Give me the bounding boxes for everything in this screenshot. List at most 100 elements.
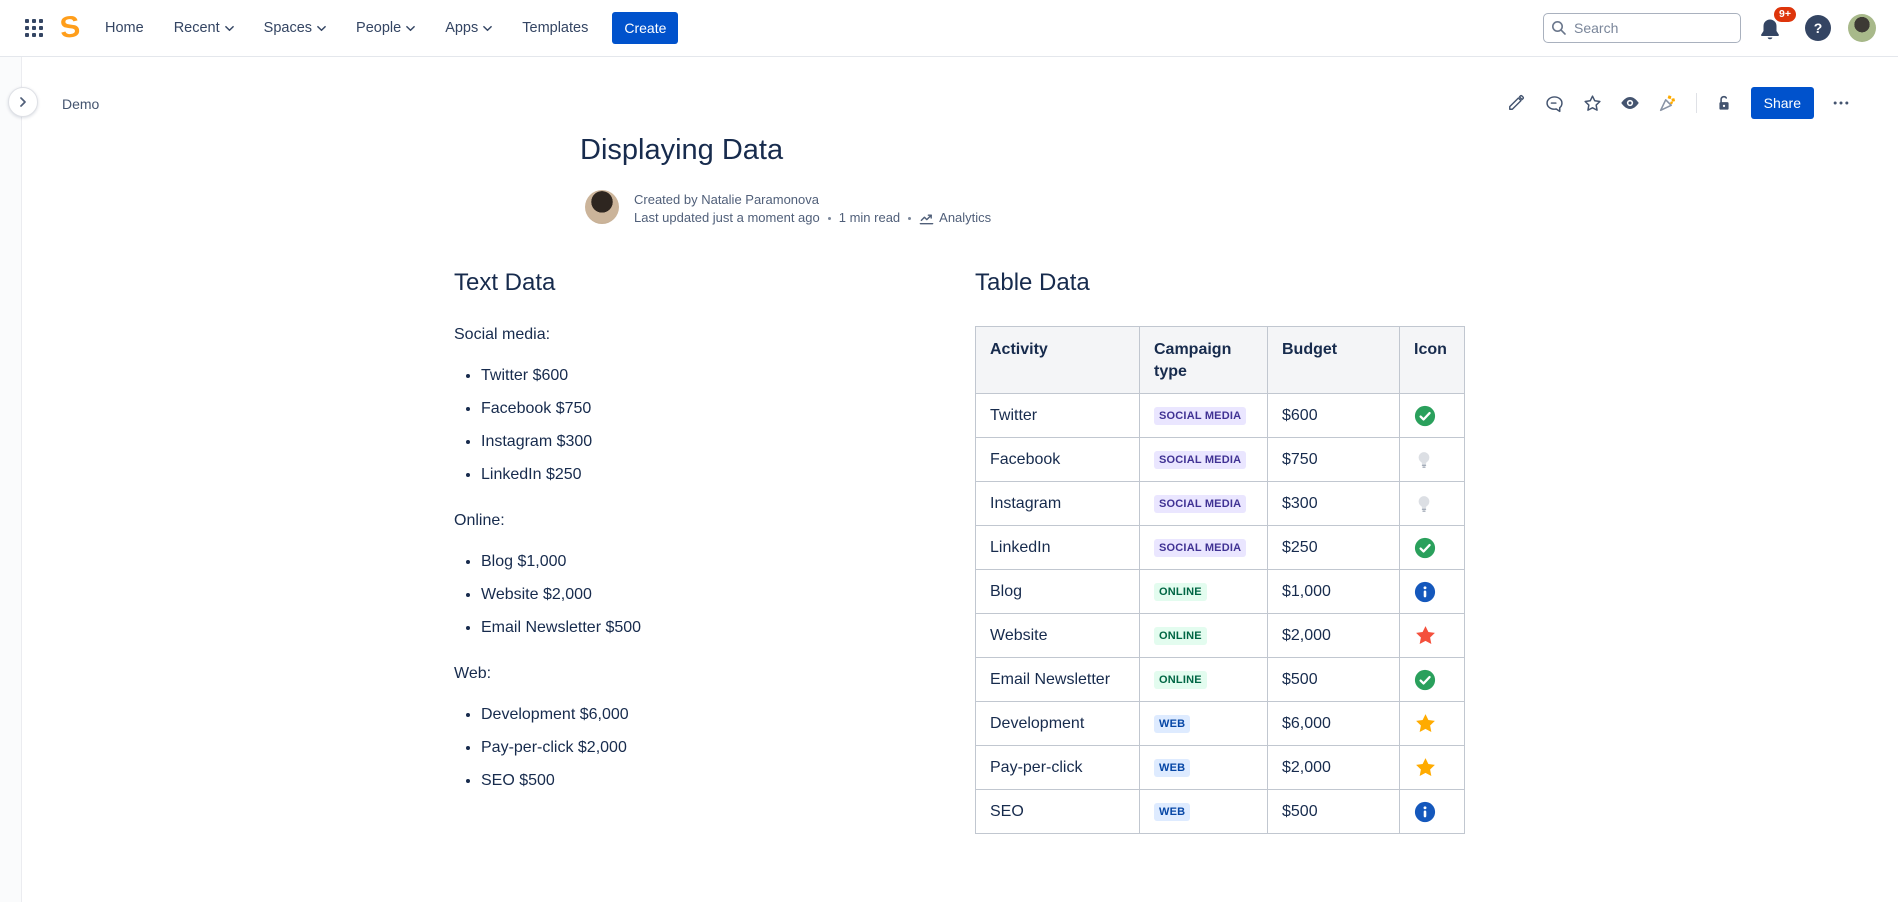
campaign-type-cell: ONLINE	[1140, 614, 1268, 658]
edit-button[interactable]	[1501, 88, 1532, 119]
favourite-button[interactable]	[1577, 88, 1608, 119]
check-circle-icon	[1414, 405, 1454, 427]
icon-cell	[1400, 438, 1465, 482]
activity-cell: Facebook	[976, 438, 1140, 482]
list-item: SEO $500	[481, 769, 924, 792]
create-button[interactable]: Create	[612, 12, 678, 44]
nav-item-apps[interactable]: Apps	[445, 20, 492, 36]
pencil-icon	[1506, 93, 1526, 113]
group-label: Social media:	[454, 326, 924, 344]
table-row: WebsiteONLINE$2,000	[976, 614, 1465, 658]
icon-cell	[1400, 570, 1465, 614]
watch-button[interactable]	[1615, 88, 1646, 119]
text-data-heading: Text Data	[454, 268, 924, 298]
info-circle-icon	[1414, 581, 1454, 603]
user-avatar[interactable]	[1848, 14, 1876, 42]
table-row: DevelopmentWEB$6,000	[976, 702, 1465, 746]
chevron-down-icon	[225, 24, 234, 33]
table-data-heading: Table Data	[975, 268, 1475, 298]
bullet-list: Development $6,000Pay-per-click $2,000SE…	[454, 703, 924, 792]
column-header-budget: Budget	[1268, 327, 1400, 394]
star-yellow-icon	[1414, 712, 1454, 735]
question-icon: ?	[1814, 20, 1823, 36]
campaign-type-lozenge: SOCIAL MEDIA	[1154, 451, 1246, 468]
info-circle-icon	[1414, 801, 1454, 823]
table-row: BlogONLINE$1,000	[976, 570, 1465, 614]
text-data-section: Text Data Social media: Twitter $600Face…	[454, 268, 924, 802]
table-row: SEOWEB$500	[976, 790, 1465, 834]
nav-item-label: Templates	[522, 20, 588, 36]
budget-cell: $600	[1268, 394, 1400, 438]
more-actions-button[interactable]	[1825, 88, 1856, 119]
check-circle-icon	[1414, 669, 1454, 691]
campaign-table: Activity Campaign type Budget Icon Twitt…	[975, 326, 1465, 834]
table-row: TwitterSOCIAL MEDIA$600	[976, 394, 1465, 438]
primary-nav: Home Recent Spaces People Apps Templates	[105, 20, 588, 36]
byline-created[interactable]: Created by Natalie Paramonova	[634, 191, 991, 209]
campaign-type-cell: WEB	[1140, 746, 1268, 790]
column-header-icon: Icon	[1400, 327, 1465, 394]
notifications-button[interactable]: 9+	[1758, 11, 1788, 45]
table-row: Pay-per-clickWEB$2,000	[976, 746, 1465, 790]
campaign-type-lozenge: WEB	[1154, 759, 1190, 776]
nav-item-people[interactable]: People	[356, 20, 415, 36]
bullet-list: Twitter $600Facebook $750Instagram $300L…	[454, 364, 924, 486]
help-button[interactable]: ?	[1805, 15, 1831, 41]
list-item: Website $2,000	[481, 583, 924, 606]
icon-cell	[1400, 482, 1465, 526]
campaign-type-lozenge: ONLINE	[1154, 671, 1207, 688]
nav-item-spaces[interactable]: Spaces	[264, 20, 326, 36]
icon-cell	[1400, 702, 1465, 746]
page-toolbar: Share	[1501, 87, 1856, 119]
analytics-link[interactable]: Analytics	[919, 209, 991, 227]
campaign-type-cell: SOCIAL MEDIA	[1140, 438, 1268, 482]
icon-cell	[1400, 746, 1465, 790]
icon-cell	[1400, 790, 1465, 834]
author-avatar[interactable]	[585, 190, 619, 224]
bullet-list: Blog $1,000Website $2,000Email Newslette…	[454, 550, 924, 639]
budget-cell: $500	[1268, 658, 1400, 702]
breadcrumb[interactable]: Demo	[62, 96, 99, 112]
icon-cell	[1400, 658, 1465, 702]
comment-button[interactable]	[1539, 88, 1570, 119]
icon-cell	[1400, 614, 1465, 658]
activity-cell: SEO	[976, 790, 1140, 834]
nav-item-templates[interactable]: Templates	[522, 20, 588, 36]
page-title: Displaying Data	[580, 134, 783, 167]
nav-right-group: 9+ ?	[1543, 11, 1876, 45]
budget-cell: $2,000	[1268, 614, 1400, 658]
site-logo[interactable]: S	[58, 12, 80, 44]
icon-cell	[1400, 394, 1465, 438]
budget-cell: $750	[1268, 438, 1400, 482]
budget-cell: $250	[1268, 526, 1400, 570]
text-group-web: Web: Development $6,000Pay-per-click $2,…	[454, 665, 924, 792]
campaign-type-lozenge: SOCIAL MEDIA	[1154, 495, 1246, 512]
list-item: LinkedIn $250	[481, 463, 924, 486]
expand-sidebar-button[interactable]	[8, 87, 38, 117]
byline-updated: Last updated just a moment ago	[634, 209, 820, 227]
share-button[interactable]: Share	[1751, 87, 1814, 119]
dot-separator	[828, 217, 831, 220]
campaign-type-cell: WEB	[1140, 790, 1268, 834]
comment-icon	[1544, 93, 1565, 114]
group-label: Online:	[454, 512, 924, 530]
eye-icon	[1619, 92, 1641, 114]
top-nav: S Home Recent Spaces People Apps Templat…	[0, 0, 1898, 57]
celebrate-button[interactable]	[1653, 88, 1684, 119]
campaign-type-cell: SOCIAL MEDIA	[1140, 394, 1268, 438]
app-switcher-icon[interactable]	[18, 12, 50, 44]
list-item: Facebook $750	[481, 397, 924, 420]
nav-item-home[interactable]: Home	[105, 20, 144, 36]
budget-cell: $1,000	[1268, 570, 1400, 614]
nav-item-recent[interactable]: Recent	[174, 20, 234, 36]
table-body: TwitterSOCIAL MEDIA$600FacebookSOCIAL ME…	[976, 394, 1465, 834]
analytics-label: Analytics	[939, 209, 991, 227]
budget-cell: $6,000	[1268, 702, 1400, 746]
nav-item-label: People	[356, 20, 401, 36]
table-data-section: Table Data Activity Campaign type Budget…	[975, 268, 1475, 834]
star-yellow-icon	[1414, 756, 1454, 779]
restrictions-button[interactable]	[1709, 88, 1740, 119]
byline-read-time: 1 min read	[839, 209, 900, 227]
search-input[interactable]	[1543, 13, 1741, 43]
nav-item-label: Recent	[174, 20, 220, 36]
